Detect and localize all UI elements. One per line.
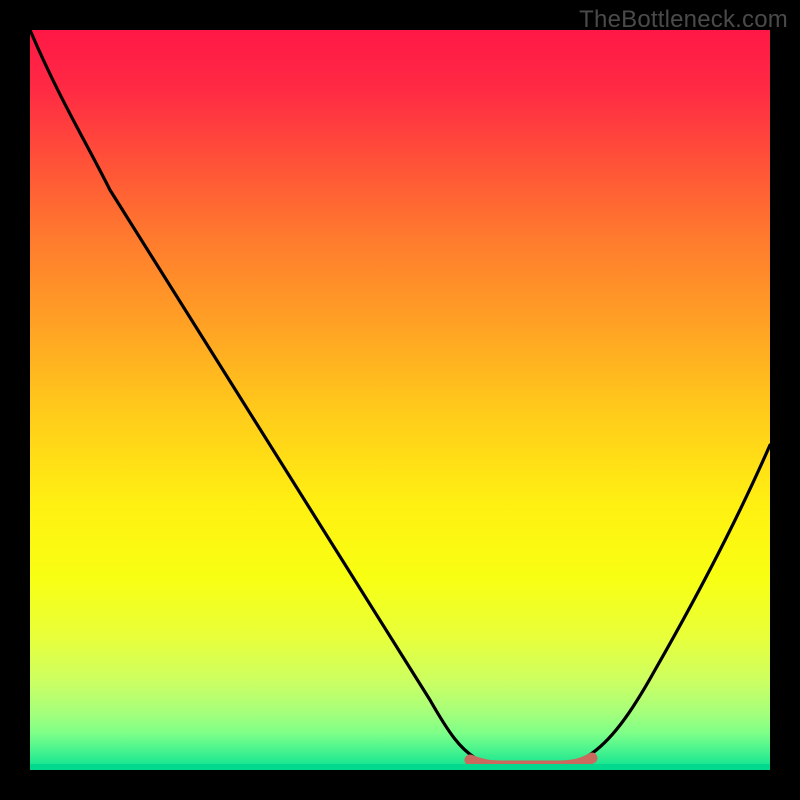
gradient-plot-area: [30, 30, 770, 770]
chart-frame: TheBottleneck.com: [0, 0, 800, 800]
watermark-text: TheBottleneck.com: [579, 6, 788, 34]
bottleneck-curve: [30, 30, 770, 770]
curve-path: [30, 30, 770, 766]
optimal-band-path: [470, 758, 592, 766]
